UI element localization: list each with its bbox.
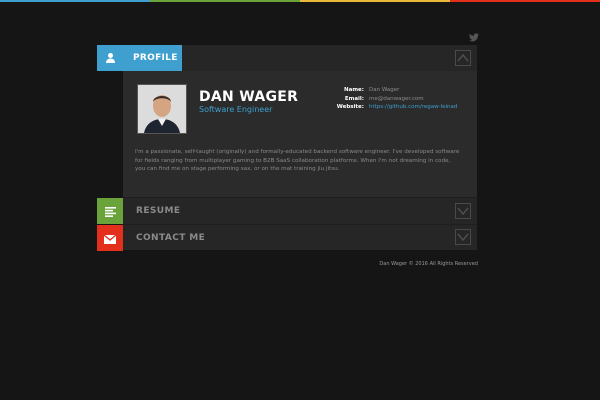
profile-title: Software Engineer (199, 105, 273, 114)
envelope-icon (103, 229, 117, 248)
resume-expand-toggle[interactable] (455, 203, 471, 219)
info-value-name: Dan Wager (369, 87, 400, 93)
footer-copyright: Dan Wager © 2016 All Rights Reserved (379, 261, 478, 267)
profile-info-keys: Name: Email: Website: (328, 86, 364, 112)
profile-bio: I'm a passionate, self-taught (originall… (135, 149, 460, 172)
section-divider (123, 197, 477, 198)
tab-profile-label: PROFILE (133, 53, 178, 63)
info-key-name: Name: (344, 87, 364, 93)
twitter-icon[interactable] (469, 27, 479, 42)
profile-collapse-toggle[interactable] (455, 50, 471, 66)
top-color-bar (0, 0, 600, 2)
section-label-contact[interactable]: CONTACT ME (136, 233, 205, 243)
avatar (137, 84, 187, 134)
section-label-resume[interactable]: RESUME (136, 206, 180, 216)
profile-name: DAN WAGER (199, 89, 299, 105)
list-icon (104, 202, 116, 221)
chevron-up-icon (457, 53, 469, 62)
profile-info-values: Dan Wager me@danwager.com https://github… (369, 86, 457, 112)
chevron-down-icon (457, 207, 469, 216)
info-value-website-link[interactable]: https://github.com/regaw-leinad (369, 103, 457, 112)
tab-contact[interactable] (97, 225, 123, 251)
section-divider (123, 224, 477, 225)
info-value-email[interactable]: me@danwager.com (369, 95, 457, 104)
tab-profile[interactable]: PROFILE (97, 45, 182, 71)
info-key-website: Website: (336, 104, 364, 110)
user-icon (97, 53, 123, 63)
tab-resume[interactable] (97, 198, 123, 224)
info-key-email: Email: (344, 95, 364, 102)
chevron-down-icon (457, 233, 469, 242)
contact-expand-toggle[interactable] (455, 229, 471, 245)
